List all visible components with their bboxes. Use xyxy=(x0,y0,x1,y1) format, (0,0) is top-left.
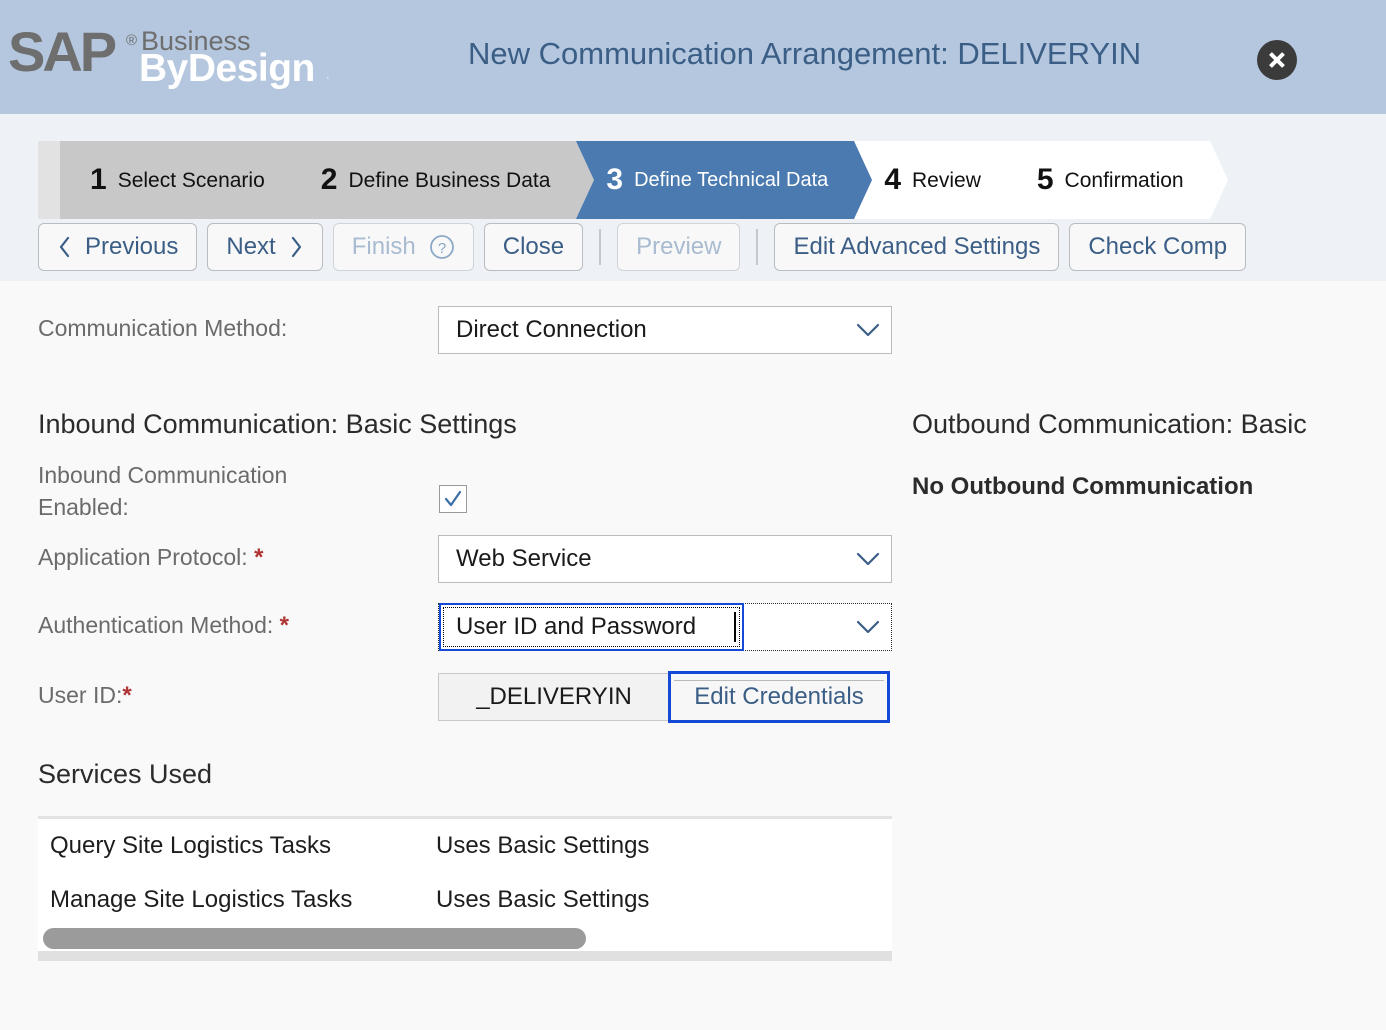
application-protocol-label: Application Protocol: * xyxy=(38,544,263,572)
page-title: New Communication Arrangement: DELIVERYI… xyxy=(468,36,1141,72)
scrollbar-thumb[interactable] xyxy=(43,928,586,949)
user-id-label: User ID:* xyxy=(38,682,132,710)
sap-business-bydesign-logo: SAP ® Business ByDesign · xyxy=(8,16,338,96)
svg-text:?: ? xyxy=(438,240,446,257)
authentication-method-select[interactable]: User ID and Password xyxy=(438,603,892,651)
application-protocol-value: Web Service xyxy=(439,545,845,573)
user-id-label-text: User ID: xyxy=(38,682,122,708)
user-id-value: _DELIVERYIN xyxy=(476,683,632,711)
authentication-method-label: Authentication Method: * xyxy=(38,612,289,640)
app-header: SAP ® Business ByDesign · New Communicat… xyxy=(0,0,1386,114)
roadmap-step-chevron xyxy=(854,141,872,219)
chevron-down-icon xyxy=(845,619,891,635)
user-id-row: User ID:* _DELIVERYIN Edit Credentials xyxy=(38,671,898,723)
roadmap-steps: 1 Select Scenario 2 Define Business Data 3 De… xyxy=(38,141,1218,219)
previous-button-label: Previous xyxy=(85,233,178,261)
toolbar-separator xyxy=(756,229,758,265)
roadmap-step-label: Define Business Data xyxy=(348,170,550,191)
close-button-label: Close xyxy=(503,233,564,261)
chevron-down-icon xyxy=(845,551,891,567)
logo-trademark-mark: · xyxy=(326,72,330,84)
service-settings-cell: Uses Basic Settings xyxy=(436,886,649,914)
logo-registered-mark: ® xyxy=(126,32,137,49)
communication-method-row: Communication Method: Direct Connection xyxy=(38,306,898,354)
roadmap-step-number: 2 xyxy=(321,165,338,195)
inbound-enabled-label: Inbound Communication Enabled: xyxy=(38,459,378,523)
table-row[interactable]: Manage Site Logistics TasksUses Basic Se… xyxy=(38,873,892,927)
toolbar-region: Previous Next Finish ? Close Preview Edi… xyxy=(0,219,1386,281)
preview-button[interactable]: Preview xyxy=(617,223,740,271)
edit-advanced-settings-button[interactable]: Edit Advanced Settings xyxy=(774,223,1059,271)
service-settings-cell: Uses Basic Settings xyxy=(436,832,649,860)
chevron-down-icon xyxy=(845,322,891,338)
application-protocol-select[interactable]: Web Service xyxy=(438,535,892,583)
roadmap-step-1[interactable]: 1 Select Scenario xyxy=(60,141,291,219)
roadmap-step-chevron xyxy=(1210,141,1228,219)
finish-button[interactable]: Finish ? xyxy=(333,223,474,271)
required-asterisk: * xyxy=(280,612,289,639)
roadmap-step-number: 3 xyxy=(606,165,623,195)
logo-sap-text: SAP xyxy=(8,24,114,80)
horizontal-scrollbar[interactable] xyxy=(38,927,892,951)
services-used-rows: Query Site Logistics TasksUses Basic Set… xyxy=(38,819,892,927)
roadmap-step-number: 1 xyxy=(90,165,107,195)
inbound-enabled-checkbox[interactable] xyxy=(439,485,467,513)
roadmap-step-label: Confirmation xyxy=(1065,170,1184,191)
main-content: Communication Method: Direct Connection … xyxy=(0,281,1386,1030)
toolbar: Previous Next Finish ? Close Preview Edi… xyxy=(38,219,1246,275)
edit-credentials-button[interactable]: Edit Credentials xyxy=(668,671,890,723)
service-name-cell: Manage Site Logistics Tasks xyxy=(50,886,436,914)
check-completeness-button[interactable]: Check Comp xyxy=(1069,223,1246,271)
application-protocol-label-text: Application Protocol: xyxy=(38,544,248,570)
text-cursor xyxy=(734,612,736,642)
roadmap-step-number: 5 xyxy=(1037,165,1054,195)
roadmap-step-chevron xyxy=(291,141,309,219)
authentication-method-input[interactable]: User ID and Password xyxy=(439,603,744,651)
required-asterisk: * xyxy=(122,682,131,709)
roadmap-step-chevron xyxy=(576,141,594,219)
preview-button-label: Preview xyxy=(636,233,721,261)
edit-advanced-settings-label: Edit Advanced Settings xyxy=(793,233,1040,261)
logo-bydesign-text: ByDesign xyxy=(139,49,315,88)
table-row[interactable]: Query Site Logistics TasksUses Basic Set… xyxy=(38,819,892,873)
authentication-method-value: User ID and Password xyxy=(441,613,734,641)
outbound-section-heading: Outbound Communication: Basic xyxy=(912,409,1307,440)
roadmap-step-2[interactable]: 2 Define Business Data xyxy=(291,141,577,219)
previous-button[interactable]: Previous xyxy=(38,223,197,271)
services-used-heading: Services Used xyxy=(38,759,212,790)
roadmap-step-label: Review xyxy=(912,170,981,191)
services-used-table: Query Site Logistics TasksUses Basic Set… xyxy=(38,816,892,961)
service-name-cell: Query Site Logistics Tasks xyxy=(50,832,436,860)
no-outbound-communication-status: No Outbound Communication xyxy=(912,473,1253,501)
roadmap-step-5[interactable]: 5 Confirmation xyxy=(1007,141,1210,219)
authentication-method-row: Authentication Method: * User ID and Pas… xyxy=(38,603,898,651)
checkmark-icon xyxy=(443,489,463,509)
communication-method-select[interactable]: Direct Connection xyxy=(438,306,892,354)
close-button[interactable]: Close xyxy=(484,223,583,271)
roadmap-leading-cap xyxy=(38,141,60,219)
roadmap-step-4[interactable]: 4 Review xyxy=(854,141,1007,219)
roadmap-step-3[interactable]: 3 Define Technical Data xyxy=(576,141,854,219)
scrollbar-base xyxy=(38,951,892,961)
communication-method-label: Communication Method: xyxy=(38,315,287,342)
next-button[interactable]: Next xyxy=(207,223,322,271)
roadmap-step-number: 4 xyxy=(884,165,901,195)
roadmap-step-label: Select Scenario xyxy=(118,170,265,191)
check-completeness-label: Check Comp xyxy=(1088,233,1227,261)
next-button-label: Next xyxy=(226,233,275,261)
authentication-method-label-text: Authentication Method: xyxy=(38,612,273,638)
close-icon[interactable] xyxy=(1257,40,1297,80)
user-id-field[interactable]: _DELIVERYIN xyxy=(438,673,670,721)
help-icon: ? xyxy=(429,234,455,260)
communication-method-value: Direct Connection xyxy=(439,316,845,344)
application-protocol-row: Application Protocol: * Web Service xyxy=(38,535,898,583)
roadmap-bar: 1 Select Scenario 2 Define Business Data 3 De… xyxy=(0,114,1386,219)
toolbar-separator xyxy=(599,229,601,265)
edit-credentials-label: Edit Credentials xyxy=(694,683,863,711)
inbound-section-heading: Inbound Communication: Basic Settings xyxy=(38,409,517,440)
roadmap-step-chevron xyxy=(1007,141,1025,219)
required-asterisk: * xyxy=(254,544,263,571)
roadmap-step-label: Define Technical Data xyxy=(634,170,828,190)
finish-button-label: Finish xyxy=(352,233,416,261)
